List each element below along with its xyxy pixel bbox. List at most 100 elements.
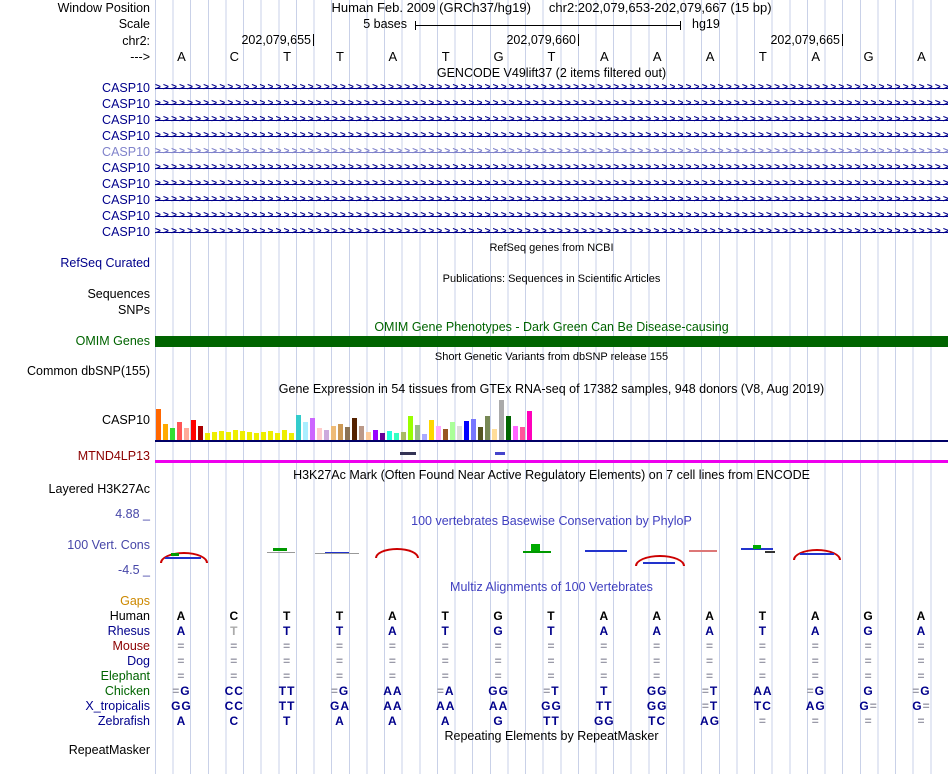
gtex-bar[interactable] xyxy=(163,424,168,440)
gtex-bar[interactable] xyxy=(436,426,441,440)
gencode-item-line[interactable]: >>>>>>>>>>>>>>>>>>>>>>>>>>>>>>>>>>>>>>>>… xyxy=(155,192,948,208)
gtex-bar[interactable] xyxy=(429,420,434,440)
common-dbsnp-label[interactable]: Common dbSNP(155) xyxy=(0,364,150,378)
gencode-item-line[interactable]: >>>>>>>>>>>>>>>>>>>>>>>>>>>>>>>>>>>>>>>>… xyxy=(155,144,948,160)
gencode-item-label[interactable]: CASP10 xyxy=(0,224,150,240)
h3k27ac-track-title[interactable]: H3K27Ac Mark (Often Found Near Active Re… xyxy=(155,468,948,482)
gtex-bar[interactable] xyxy=(289,433,294,440)
gtex-bar-chart[interactable] xyxy=(156,398,948,440)
repeatmasker-label[interactable]: RepeatMasker xyxy=(0,743,150,757)
gencode-item-line[interactable]: >>>>>>>>>>>>>>>>>>>>>>>>>>>>>>>>>>>>>>>>… xyxy=(155,176,948,192)
gencode-item-label[interactable]: CASP10 xyxy=(0,144,150,160)
gtex-bar[interactable] xyxy=(401,432,406,440)
gtex-bar[interactable] xyxy=(233,430,238,440)
gtex-bar[interactable] xyxy=(156,409,161,440)
gtex-bar[interactable] xyxy=(366,432,371,440)
refseq-curated-label[interactable]: RefSeq Curated xyxy=(0,256,150,270)
gtex-bar[interactable] xyxy=(464,421,469,440)
gtex-bar[interactable] xyxy=(520,427,525,440)
gtex-bar[interactable] xyxy=(254,433,259,440)
gtex-bar[interactable] xyxy=(191,420,196,440)
omim-gene-bar[interactable] xyxy=(155,336,948,347)
gtex-gene-line[interactable] xyxy=(155,440,948,442)
gtex-bar[interactable] xyxy=(268,431,273,440)
gtex-bar[interactable] xyxy=(184,428,189,440)
species-label[interactable]: Dog xyxy=(0,654,150,669)
snps-label[interactable]: SNPs xyxy=(0,303,150,317)
gencode-item-label[interactable]: CASP10 xyxy=(0,112,150,128)
species-label[interactable]: Chicken xyxy=(0,684,150,699)
gtex-bar[interactable] xyxy=(275,433,280,440)
gtex-bar[interactable] xyxy=(422,434,427,440)
gtex-bar[interactable] xyxy=(373,430,378,440)
gtex-bar[interactable] xyxy=(219,431,224,440)
gaps-label[interactable]: Gaps xyxy=(0,594,150,608)
gtex-bar[interactable] xyxy=(198,426,203,440)
refseq-track-title[interactable]: RefSeq genes from NCBI xyxy=(155,241,948,255)
gtex-bar[interactable] xyxy=(338,424,343,440)
gtex-bar[interactable] xyxy=(499,400,504,440)
gencode-item-line[interactable]: >>>>>>>>>>>>>>>>>>>>>>>>>>>>>>>>>>>>>>>>… xyxy=(155,96,948,112)
species-label[interactable]: Rhesus xyxy=(0,624,150,639)
mtnd-gene-line[interactable] xyxy=(155,460,948,463)
gtex-bar[interactable] xyxy=(359,426,364,440)
publications-track-title[interactable]: Publications: Sequences in Scientific Ar… xyxy=(155,272,948,286)
species-label[interactable]: Elephant xyxy=(0,669,150,684)
gtex-bar[interactable] xyxy=(408,416,413,440)
gencode-item-label[interactable]: CASP10 xyxy=(0,176,150,192)
gtex-bar[interactable] xyxy=(317,428,322,440)
gtex-bar[interactable] xyxy=(457,426,462,440)
omim-genes-label[interactable]: OMIM Genes xyxy=(0,334,150,348)
gtex-bar[interactable] xyxy=(345,427,350,440)
gtex-bar[interactable] xyxy=(240,431,245,440)
gtex-bar[interactable] xyxy=(527,411,532,440)
conservation-track[interactable] xyxy=(155,540,948,576)
gtex-bar[interactable] xyxy=(352,418,357,440)
sequences-label[interactable]: Sequences xyxy=(0,287,150,301)
gtex-bar[interactable] xyxy=(261,432,266,440)
omim-track-title[interactable]: OMIM Gene Phenotypes - Dark Green Can Be… xyxy=(155,320,948,334)
gtex-bar[interactable] xyxy=(506,416,511,440)
gtex-bar[interactable] xyxy=(492,429,497,440)
gtex-bar[interactable] xyxy=(296,415,301,440)
gencode-item-label[interactable]: CASP10 xyxy=(0,128,150,144)
gtex-bar[interactable] xyxy=(443,429,448,440)
multiz-track-title[interactable]: Multiz Alignments of 100 Vertebrates xyxy=(155,580,948,594)
gencode-item-label[interactable]: CASP10 xyxy=(0,208,150,224)
gtex-bar[interactable] xyxy=(226,432,231,440)
gtex-bar[interactable] xyxy=(380,433,385,440)
gencode-item-line[interactable]: >>>>>>>>>>>>>>>>>>>>>>>>>>>>>>>>>>>>>>>>… xyxy=(155,128,948,144)
gencode-item-label[interactable]: CASP10 xyxy=(0,80,150,96)
layered-h3k27ac-label[interactable]: Layered H3K27Ac xyxy=(0,482,150,496)
gtex-bar[interactable] xyxy=(303,422,308,440)
gtex-bar[interactable] xyxy=(324,430,329,440)
gtex-bar[interactable] xyxy=(212,432,217,440)
mtnd-gene-label[interactable]: MTND4LP13 xyxy=(0,449,150,463)
gencode-item-label[interactable]: CASP10 xyxy=(0,160,150,176)
gtex-bar[interactable] xyxy=(282,430,287,440)
gencode-item-line[interactable]: >>>>>>>>>>>>>>>>>>>>>>>>>>>>>>>>>>>>>>>>… xyxy=(155,224,948,240)
gtex-bar[interactable] xyxy=(387,431,392,440)
gtex-gene-label[interactable]: CASP10 xyxy=(0,413,150,427)
gtex-bar[interactable] xyxy=(205,433,210,440)
gencode-track-title[interactable]: GENCODE V49lift37 (2 items filtered out) xyxy=(155,66,948,80)
gencode-item-line[interactable]: >>>>>>>>>>>>>>>>>>>>>>>>>>>>>>>>>>>>>>>>… xyxy=(155,80,948,96)
species-label[interactable]: Zebrafish xyxy=(0,714,150,729)
repeatmasker-track-title[interactable]: Repeating Elements by RepeatMasker xyxy=(155,729,948,743)
gencode-item-line[interactable]: >>>>>>>>>>>>>>>>>>>>>>>>>>>>>>>>>>>>>>>>… xyxy=(155,208,948,224)
gencode-item-label[interactable]: CASP10 xyxy=(0,192,150,208)
gtex-bar[interactable] xyxy=(170,428,175,440)
gtex-bar[interactable] xyxy=(247,432,252,440)
gtex-bar[interactable] xyxy=(394,433,399,440)
gtex-bar[interactable] xyxy=(177,422,182,440)
gtex-bar[interactable] xyxy=(485,416,490,440)
gencode-item-label[interactable]: CASP10 xyxy=(0,96,150,112)
gtex-bar[interactable] xyxy=(450,422,455,440)
gtex-bar[interactable] xyxy=(310,418,315,440)
gtex-bar[interactable] xyxy=(513,426,518,440)
gtex-bar[interactable] xyxy=(331,426,336,440)
gencode-item-line[interactable]: >>>>>>>>>>>>>>>>>>>>>>>>>>>>>>>>>>>>>>>>… xyxy=(155,160,948,176)
gtex-bar[interactable] xyxy=(478,427,483,440)
conservation-track-title[interactable]: 100 vertebrates Basewise Conservation by… xyxy=(155,514,948,528)
gtex-bar[interactable] xyxy=(415,425,420,440)
